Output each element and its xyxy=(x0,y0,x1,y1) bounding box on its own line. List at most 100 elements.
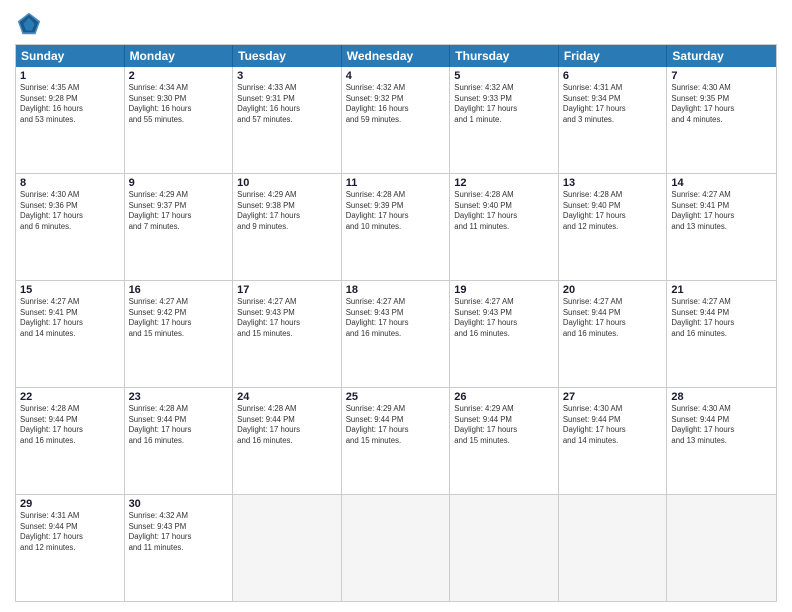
cell-data: Sunrise: 4:31 AM Sunset: 9:44 PM Dayligh… xyxy=(20,511,120,553)
cell-data: Sunrise: 4:28 AM Sunset: 9:44 PM Dayligh… xyxy=(129,404,229,446)
day-number: 29 xyxy=(20,498,120,510)
cell-data: Sunrise: 4:27 AM Sunset: 9:42 PM Dayligh… xyxy=(129,297,229,339)
day-number: 3 xyxy=(237,70,337,82)
calendar-cell: 19Sunrise: 4:27 AM Sunset: 9:43 PM Dayli… xyxy=(450,281,559,387)
day-number: 28 xyxy=(671,391,772,403)
cell-data: Sunrise: 4:27 AM Sunset: 9:41 PM Dayligh… xyxy=(20,297,120,339)
day-number: 19 xyxy=(454,284,554,296)
calendar-row: 22Sunrise: 4:28 AM Sunset: 9:44 PM Dayli… xyxy=(16,388,776,495)
cell-data: Sunrise: 4:27 AM Sunset: 9:44 PM Dayligh… xyxy=(563,297,663,339)
calendar-cell: 30Sunrise: 4:32 AM Sunset: 9:43 PM Dayli… xyxy=(125,495,234,601)
calendar-cell: 25Sunrise: 4:29 AM Sunset: 9:44 PM Dayli… xyxy=(342,388,451,494)
header xyxy=(15,10,777,38)
calendar-cell: 13Sunrise: 4:28 AM Sunset: 9:40 PM Dayli… xyxy=(559,174,668,280)
cell-data: Sunrise: 4:32 AM Sunset: 9:43 PM Dayligh… xyxy=(129,511,229,553)
calendar-cell: 16Sunrise: 4:27 AM Sunset: 9:42 PM Dayli… xyxy=(125,281,234,387)
cell-data: Sunrise: 4:29 AM Sunset: 9:44 PM Dayligh… xyxy=(346,404,446,446)
calendar-cell: 14Sunrise: 4:27 AM Sunset: 9:41 PM Dayli… xyxy=(667,174,776,280)
day-number: 7 xyxy=(671,70,772,82)
calendar-cell xyxy=(342,495,451,601)
cell-data: Sunrise: 4:27 AM Sunset: 9:43 PM Dayligh… xyxy=(237,297,337,339)
logo xyxy=(15,10,47,38)
day-number: 5 xyxy=(454,70,554,82)
cell-data: Sunrise: 4:28 AM Sunset: 9:44 PM Dayligh… xyxy=(237,404,337,446)
cell-data: Sunrise: 4:27 AM Sunset: 9:43 PM Dayligh… xyxy=(454,297,554,339)
day-number: 9 xyxy=(129,177,229,189)
day-number: 13 xyxy=(563,177,663,189)
weekday-header: Thursday xyxy=(450,45,559,67)
day-number: 21 xyxy=(671,284,772,296)
cell-data: Sunrise: 4:31 AM Sunset: 9:34 PM Dayligh… xyxy=(563,83,663,125)
cell-data: Sunrise: 4:32 AM Sunset: 9:33 PM Dayligh… xyxy=(454,83,554,125)
day-number: 23 xyxy=(129,391,229,403)
calendar-cell: 26Sunrise: 4:29 AM Sunset: 9:44 PM Dayli… xyxy=(450,388,559,494)
day-number: 25 xyxy=(346,391,446,403)
cell-data: Sunrise: 4:29 AM Sunset: 9:38 PM Dayligh… xyxy=(237,190,337,232)
calendar-cell: 11Sunrise: 4:28 AM Sunset: 9:39 PM Dayli… xyxy=(342,174,451,280)
calendar-row: 1Sunrise: 4:35 AM Sunset: 9:28 PM Daylig… xyxy=(16,67,776,174)
weekday-header: Monday xyxy=(125,45,234,67)
day-number: 2 xyxy=(129,70,229,82)
day-number: 24 xyxy=(237,391,337,403)
cell-data: Sunrise: 4:29 AM Sunset: 9:37 PM Dayligh… xyxy=(129,190,229,232)
calendar-header: SundayMondayTuesdayWednesdayThursdayFrid… xyxy=(16,45,776,67)
calendar-cell: 9Sunrise: 4:29 AM Sunset: 9:37 PM Daylig… xyxy=(125,174,234,280)
day-number: 16 xyxy=(129,284,229,296)
cell-data: Sunrise: 4:30 AM Sunset: 9:35 PM Dayligh… xyxy=(671,83,772,125)
cell-data: Sunrise: 4:34 AM Sunset: 9:30 PM Dayligh… xyxy=(129,83,229,125)
day-number: 26 xyxy=(454,391,554,403)
cell-data: Sunrise: 4:30 AM Sunset: 9:44 PM Dayligh… xyxy=(563,404,663,446)
cell-data: Sunrise: 4:28 AM Sunset: 9:40 PM Dayligh… xyxy=(454,190,554,232)
day-number: 4 xyxy=(346,70,446,82)
calendar-cell: 15Sunrise: 4:27 AM Sunset: 9:41 PM Dayli… xyxy=(16,281,125,387)
calendar-cell: 6Sunrise: 4:31 AM Sunset: 9:34 PM Daylig… xyxy=(559,67,668,173)
calendar-cell: 10Sunrise: 4:29 AM Sunset: 9:38 PM Dayli… xyxy=(233,174,342,280)
calendar-cell: 28Sunrise: 4:30 AM Sunset: 9:44 PM Dayli… xyxy=(667,388,776,494)
calendar-cell: 22Sunrise: 4:28 AM Sunset: 9:44 PM Dayli… xyxy=(16,388,125,494)
cell-data: Sunrise: 4:29 AM Sunset: 9:44 PM Dayligh… xyxy=(454,404,554,446)
calendar-cell: 24Sunrise: 4:28 AM Sunset: 9:44 PM Dayli… xyxy=(233,388,342,494)
day-number: 27 xyxy=(563,391,663,403)
day-number: 12 xyxy=(454,177,554,189)
calendar-cell: 17Sunrise: 4:27 AM Sunset: 9:43 PM Dayli… xyxy=(233,281,342,387)
cell-data: Sunrise: 4:27 AM Sunset: 9:44 PM Dayligh… xyxy=(671,297,772,339)
calendar-cell: 18Sunrise: 4:27 AM Sunset: 9:43 PM Dayli… xyxy=(342,281,451,387)
calendar: SundayMondayTuesdayWednesdayThursdayFrid… xyxy=(15,44,777,602)
day-number: 11 xyxy=(346,177,446,189)
calendar-cell xyxy=(559,495,668,601)
weekday-header: Tuesday xyxy=(233,45,342,67)
cell-data: Sunrise: 4:30 AM Sunset: 9:44 PM Dayligh… xyxy=(671,404,772,446)
calendar-cell: 3Sunrise: 4:33 AM Sunset: 9:31 PM Daylig… xyxy=(233,67,342,173)
cell-data: Sunrise: 4:27 AM Sunset: 9:41 PM Dayligh… xyxy=(671,190,772,232)
weekday-header: Friday xyxy=(559,45,668,67)
day-number: 20 xyxy=(563,284,663,296)
cell-data: Sunrise: 4:32 AM Sunset: 9:32 PM Dayligh… xyxy=(346,83,446,125)
calendar-cell xyxy=(233,495,342,601)
logo-icon xyxy=(15,10,43,38)
day-number: 6 xyxy=(563,70,663,82)
cell-data: Sunrise: 4:33 AM Sunset: 9:31 PM Dayligh… xyxy=(237,83,337,125)
calendar-cell: 1Sunrise: 4:35 AM Sunset: 9:28 PM Daylig… xyxy=(16,67,125,173)
day-number: 22 xyxy=(20,391,120,403)
calendar-cell: 21Sunrise: 4:27 AM Sunset: 9:44 PM Dayli… xyxy=(667,281,776,387)
day-number: 18 xyxy=(346,284,446,296)
calendar-row: 8Sunrise: 4:30 AM Sunset: 9:36 PM Daylig… xyxy=(16,174,776,281)
calendar-cell: 5Sunrise: 4:32 AM Sunset: 9:33 PM Daylig… xyxy=(450,67,559,173)
calendar-cell xyxy=(667,495,776,601)
day-number: 30 xyxy=(129,498,229,510)
day-number: 1 xyxy=(20,70,120,82)
cell-data: Sunrise: 4:28 AM Sunset: 9:39 PM Dayligh… xyxy=(346,190,446,232)
weekday-header: Sunday xyxy=(16,45,125,67)
calendar-row: 15Sunrise: 4:27 AM Sunset: 9:41 PM Dayli… xyxy=(16,281,776,388)
day-number: 14 xyxy=(671,177,772,189)
day-number: 10 xyxy=(237,177,337,189)
cell-data: Sunrise: 4:28 AM Sunset: 9:44 PM Dayligh… xyxy=(20,404,120,446)
calendar-cell: 8Sunrise: 4:30 AM Sunset: 9:36 PM Daylig… xyxy=(16,174,125,280)
calendar-cell xyxy=(450,495,559,601)
cell-data: Sunrise: 4:30 AM Sunset: 9:36 PM Dayligh… xyxy=(20,190,120,232)
cell-data: Sunrise: 4:35 AM Sunset: 9:28 PM Dayligh… xyxy=(20,83,120,125)
calendar-body: 1Sunrise: 4:35 AM Sunset: 9:28 PM Daylig… xyxy=(16,67,776,601)
cell-data: Sunrise: 4:27 AM Sunset: 9:43 PM Dayligh… xyxy=(346,297,446,339)
weekday-header: Wednesday xyxy=(342,45,451,67)
calendar-row: 29Sunrise: 4:31 AM Sunset: 9:44 PM Dayli… xyxy=(16,495,776,601)
